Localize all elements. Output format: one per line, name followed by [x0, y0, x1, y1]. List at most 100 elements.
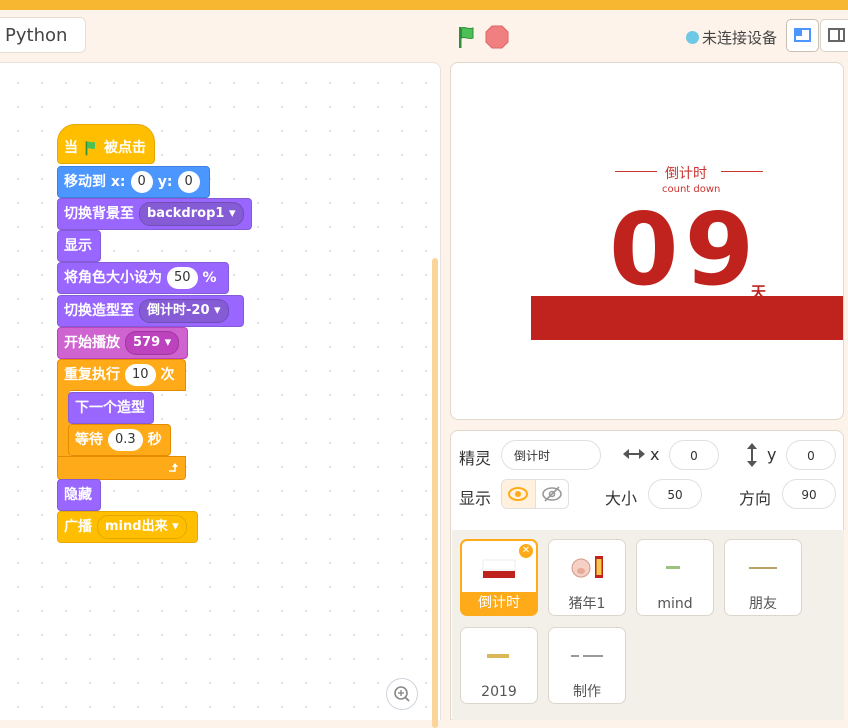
layout-small-stage-button[interactable] — [786, 19, 819, 52]
title-line-left — [615, 171, 657, 172]
size-input[interactable]: 50 — [648, 479, 702, 509]
hide-block[interactable]: 隐藏 — [57, 479, 101, 511]
sprite-tile-2019[interactable]: 2019 — [460, 627, 538, 704]
sprite-thumbnail — [462, 549, 536, 589]
goto-y-input[interactable]: 0 — [177, 171, 200, 193]
repeat-count-input[interactable]: 10 — [125, 364, 156, 386]
layout-large-icon — [828, 28, 845, 42]
sprite-name-input[interactable]: 倒计时 — [501, 440, 601, 470]
eye-off-icon — [542, 486, 562, 502]
countdown-red-bar — [531, 296, 843, 340]
title-line-right — [721, 171, 763, 172]
show-block[interactable]: 显示 — [57, 230, 101, 262]
countdown-thumbnail — [482, 559, 516, 578]
broadcast-label: 广播 — [64, 519, 92, 535]
goto-xy-block[interactable]: 移动到 x: 0 y: 0 — [57, 166, 210, 198]
x-input[interactable]: 0 — [669, 440, 719, 470]
switch-costume-label: 切换造型至 — [64, 303, 134, 319]
costume-dropdown[interactable]: 倒计时-20 ▾ — [139, 299, 229, 323]
switch-costume-block[interactable]: 切换造型至 倒计时-20 ▾ — [57, 295, 244, 327]
sprite-thumbnail — [549, 548, 625, 588]
hide-label: 隐藏 — [64, 487, 92, 503]
stage-canvas[interactable]: 倒计时 count down 09 天 — [450, 62, 844, 420]
goto-x-input[interactable]: 0 — [130, 171, 153, 193]
sprite-tile-mind[interactable]: mind — [636, 539, 714, 616]
next-costume-label: 下一个造型 — [75, 400, 145, 416]
repeat-block[interactable]: 重复执行 10 次 — [57, 359, 186, 391]
python-tab[interactable]: Python — [0, 17, 86, 53]
when-flag-clicked-block[interactable]: 当 被点击 — [57, 124, 155, 164]
sprite-tile-label: 朋友 — [749, 596, 777, 612]
switch-backdrop-label: 切换背景至 — [64, 206, 134, 222]
mind-thumbnail — [666, 566, 680, 569]
sprite-tile-label: 2019 — [481, 684, 517, 700]
direction-input[interactable]: 90 — [782, 479, 836, 509]
sprite-tile-friend[interactable]: 朋友 — [724, 539, 802, 616]
eye-icon — [508, 487, 529, 501]
start-sound-block[interactable]: 开始播放 579 ▾ — [57, 327, 188, 359]
sound-dropdown[interactable]: 579 ▾ — [125, 331, 180, 355]
backdrop-dropdown[interactable]: backdrop1 ▾ — [139, 202, 244, 226]
y-arrows-icon — [747, 443, 757, 467]
hide-sprite-button[interactable] — [536, 480, 568, 508]
sprite-tile-countdown[interactable]: ✕ 倒计时 — [460, 539, 538, 616]
sprite-thumbnail — [637, 548, 713, 588]
pig-thumbnail — [571, 556, 603, 578]
sprite-tile-label: mind — [657, 596, 693, 612]
sprite-tile-pig[interactable]: 猪年1 — [548, 539, 626, 616]
size-unit: % — [202, 270, 217, 286]
stage-title: 倒计时 — [665, 166, 707, 182]
show-label: 显示 — [64, 238, 92, 254]
green-flag-icon — [85, 141, 95, 156]
x-arrows-icon — [623, 449, 645, 459]
size-input[interactable]: 50 — [167, 267, 198, 289]
costume-dropdown-value: 倒计时-20 — [147, 303, 210, 318]
green-flag-icon[interactable] — [455, 25, 479, 49]
layout-large-stage-button[interactable] — [820, 19, 848, 52]
wait-unit: 秒 — [147, 432, 162, 448]
workspace-scrollbar[interactable] — [432, 258, 438, 728]
repeat-label: 重复执行 — [64, 367, 120, 383]
backdrop-dropdown-value: backdrop1 — [147, 206, 225, 221]
wait-seconds-input[interactable]: 0.3 — [108, 429, 143, 451]
stop-icon[interactable] — [485, 25, 509, 49]
countdown-number: 09 — [609, 191, 761, 308]
sprite-tile-credits[interactable]: 制作 — [548, 627, 626, 704]
sound-dropdown-value: 579 — [133, 335, 161, 350]
wait-block[interactable]: 等待 0.3 秒 — [68, 424, 171, 456]
loop-arrow-icon — [169, 463, 178, 472]
switch-backdrop-block[interactable]: 切换背景至 backdrop1 ▾ — [57, 198, 252, 230]
sprite-thumbnail — [549, 636, 625, 676]
show-label: 显示 — [459, 489, 492, 508]
credits-thumbnail — [571, 655, 603, 657]
broadcast-block[interactable]: 广播 mind出来 ▾ — [57, 511, 198, 543]
goto-label: 移动到 x: — [64, 174, 126, 190]
set-size-label: 将角色大小设为 — [64, 270, 162, 286]
layout-small-icon — [794, 28, 811, 42]
zoom-in-button[interactable] — [386, 678, 418, 710]
y-input[interactable]: 0 — [786, 440, 836, 470]
x-label: x — [650, 445, 660, 464]
sprite-label: 精灵 — [459, 449, 492, 468]
show-sprite-button[interactable] — [502, 480, 536, 508]
sprite-thumbnail — [725, 548, 801, 588]
top-accent-strip — [0, 0, 848, 10]
repeat-block-footer — [57, 456, 186, 480]
year-2019-thumbnail — [487, 654, 509, 658]
hat-clicked-label: 被点击 — [104, 140, 146, 156]
set-size-block[interactable]: 将角色大小设为 50 % — [57, 262, 229, 294]
next-costume-block[interactable]: 下一个造型 — [68, 392, 154, 424]
visibility-toggle — [501, 479, 569, 509]
repeat-unit: 次 — [160, 367, 175, 383]
size-label: 大小 — [605, 489, 638, 508]
device-status[interactable]: 未连接设备 — [686, 27, 777, 47]
wait-label: 等待 — [75, 432, 103, 448]
hat-when-label: 当 — [64, 140, 78, 156]
sprite-tile-label: 倒计时 — [462, 592, 536, 614]
y-label: y — [767, 445, 777, 464]
friend-thumbnail — [749, 567, 777, 569]
broadcast-dropdown-value: mind出来 — [105, 519, 168, 534]
sprite-tile-label: 制作 — [573, 684, 601, 700]
broadcast-dropdown[interactable]: mind出来 ▾ — [97, 515, 187, 539]
connection-status-icon — [686, 30, 699, 44]
